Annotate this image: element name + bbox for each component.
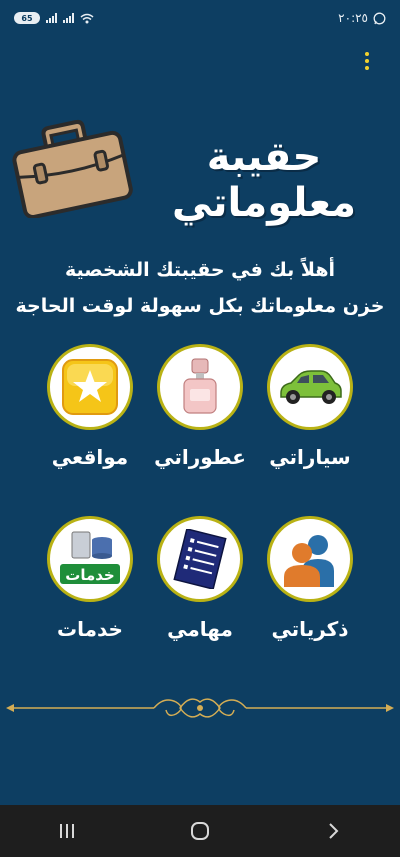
system-nav-bar — [0, 805, 400, 857]
wifi-icon — [80, 13, 94, 23]
back-icon — [329, 823, 339, 839]
tile-locations-label: مواقعي — [51, 445, 129, 469]
tile-locations-circle[interactable] — [47, 344, 133, 430]
welcome-text: أهلاً بك في حقيبتك الشخصية خزن معلوماتك … — [0, 252, 400, 324]
battery-level: 65 — [21, 13, 33, 23]
tile-services-circle[interactable]: خدمات — [47, 516, 133, 602]
more-vert-icon[interactable] — [356, 48, 378, 74]
status-time: ٢٠:٢٥ — [338, 11, 368, 25]
services-icon-text: خدمات — [65, 566, 114, 584]
tile-tasks-label: مهامي — [167, 617, 233, 641]
tile-tasks[interactable]: مهامي — [145, 516, 255, 644]
tile-memories-circle[interactable] — [267, 516, 353, 602]
ornament-divider — [6, 698, 394, 718]
home-button[interactable] — [180, 811, 220, 851]
welcome-line-1: أهلاً بك في حقيبتك الشخصية — [64, 259, 336, 281]
tile-cars-circle[interactable] — [267, 344, 353, 430]
app-title: حقيبة معلوماتي — [171, 134, 357, 226]
tile-memories[interactable]: ذكرياتي — [255, 516, 365, 644]
battery-icon: 65 — [14, 12, 40, 24]
tile-cars-label: سياراتي — [269, 445, 351, 469]
star-icon — [62, 359, 118, 415]
signal-icon-2 — [63, 13, 74, 23]
status-right: ٢٠:٢٥ — [338, 11, 386, 25]
tile-perfumes-label: عطوراتي — [154, 445, 246, 469]
recent-apps-icon — [59, 824, 74, 838]
tile-perfumes-circle[interactable] — [157, 344, 243, 430]
tile-tasks-circle[interactable] — [157, 516, 243, 602]
tile-memories-label: ذكرياتي — [271, 617, 349, 641]
tile-services-label: خدمات — [57, 617, 123, 641]
whatsapp-icon — [373, 12, 386, 24]
people-icon — [284, 535, 334, 587]
status-left: 65 — [14, 12, 94, 24]
status-bar: 65 ٢٠:٢٥ — [0, 0, 400, 36]
welcome-line-2: خزن معلوماتك بكل سهولة لوقت الحاجة — [15, 295, 385, 317]
tile-services[interactable]: خدمات خدمات — [35, 516, 145, 644]
car-icon — [280, 370, 342, 404]
back-button[interactable] — [313, 811, 353, 851]
recent-apps-button[interactable] — [47, 811, 87, 851]
services-icon: خدمات — [60, 531, 120, 584]
home-icon — [190, 822, 209, 840]
tile-cars[interactable]: سياراتي — [255, 344, 365, 472]
checklist-icon — [173, 529, 227, 589]
perfume-icon — [183, 358, 217, 414]
signal-icon — [46, 13, 57, 23]
tile-perfumes[interactable]: عطوراتي — [145, 344, 255, 472]
tile-locations[interactable]: مواقعي — [35, 344, 145, 472]
briefcase-icon — [12, 119, 133, 218]
